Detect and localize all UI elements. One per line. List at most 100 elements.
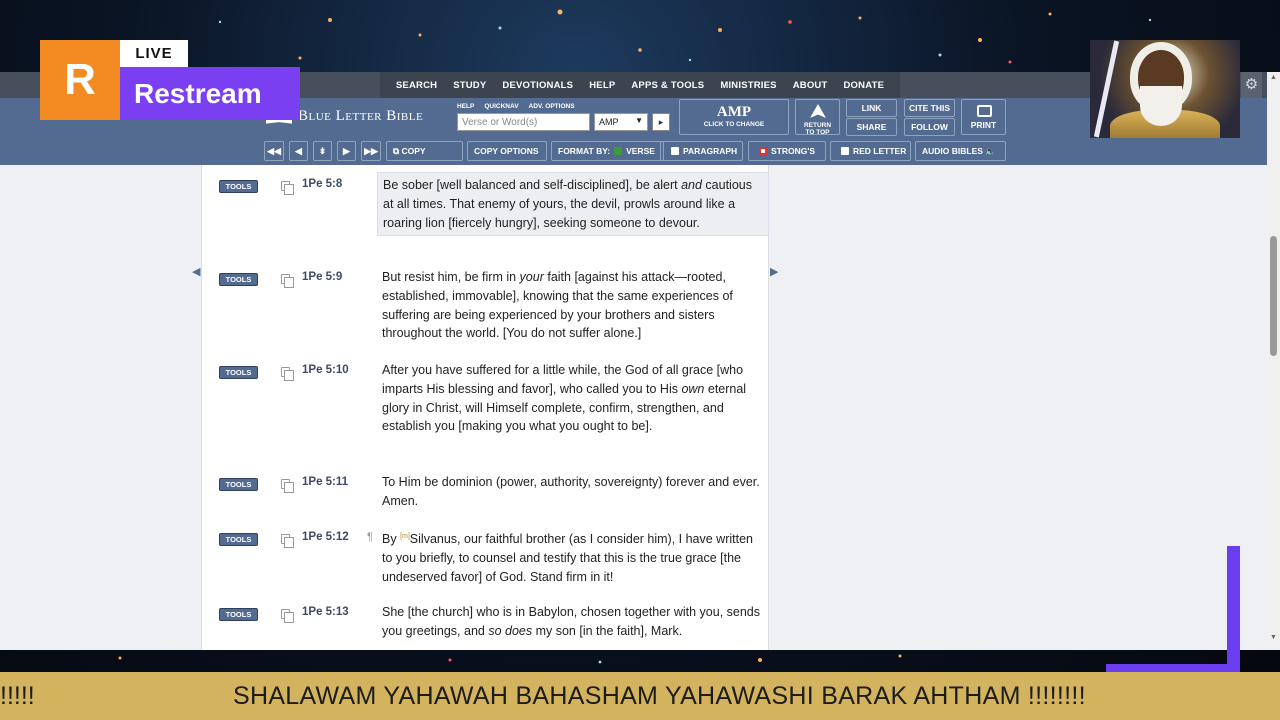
nav-help[interactable]: HELP: [581, 80, 623, 91]
toolbar-row-2: ◀◀ ◀ ⇟ ▶ ▶▶ ⧉ COPY COPY OPTIONS FORMAT B…: [0, 141, 1280, 161]
verse-row: TOOLS 1Pe 5:13 She [the church] who is in …: [202, 600, 770, 644]
copy-verse-icon[interactable]: [281, 181, 294, 195]
arrow-up-icon: [810, 104, 826, 118]
return-to-top-button[interactable]: RETURN TO TOP: [795, 99, 840, 136]
format-verse-toggle[interactable]: FORMAT BY: VERSE: [551, 141, 664, 161]
right-arrow-icon[interactable]: ▶: [770, 265, 778, 278]
copy-button[interactable]: ⧉ COPY: [386, 141, 463, 161]
prev-chapter-button[interactable]: ◀: [289, 141, 308, 161]
print-button[interactable]: PRINT: [961, 99, 1006, 135]
verse-row: TOOLS 1Pe 5:8 Be sober [well balanced and …: [202, 172, 770, 252]
verse-checkbox-icon: [614, 147, 623, 155]
copy-verse-icon[interactable]: [281, 534, 294, 548]
page-scrollbar[interactable]: ▲ ▼: [1267, 72, 1280, 650]
nav-donate[interactable]: DONATE: [836, 80, 893, 91]
tools-button[interactable]: TOOLS: [219, 478, 258, 491]
restream-logo: R: [40, 40, 120, 120]
red-letter-label: RED LETTER: [853, 146, 907, 156]
verse-reference[interactable]: 1Pe 5:13: [302, 606, 349, 618]
share-button[interactable]: SHARE: [846, 118, 897, 136]
beard-shape: [1140, 86, 1182, 126]
follow-button[interactable]: FOLLOW: [904, 118, 955, 136]
help-link[interactable]: HELP: [457, 103, 474, 110]
strongs-toggle[interactable]: STRONG'S: [748, 141, 826, 161]
live-badge: LIVE: [120, 40, 188, 67]
verse-reference[interactable]: 1Pe 5:8: [302, 178, 342, 190]
left-arrow-icon[interactable]: ◀: [192, 265, 200, 278]
nav-apps-tools[interactable]: APPS & TOOLS: [623, 80, 712, 91]
browser-window: SEARCH STUDY DEVOTIONALS HELP APPS & TOO…: [0, 72, 1280, 650]
verse-text-italic: and: [681, 178, 702, 192]
copy-icon: ⧉: [393, 146, 400, 156]
nav-about[interactable]: ABOUT: [785, 80, 836, 91]
verse-label: VERSE: [626, 146, 655, 156]
strongs-label: STRONG'S: [771, 146, 816, 156]
chapter-select-button[interactable]: ⇟: [313, 141, 332, 161]
verse-reference[interactable]: 1Pe 5:10: [302, 364, 349, 376]
nav-search[interactable]: SEARCH: [388, 80, 445, 91]
verse-reference[interactable]: 1Pe 5:11: [302, 476, 348, 488]
copy-verse-icon[interactable]: [281, 274, 294, 288]
overlay-frame-vertical: [1227, 546, 1240, 672]
last-chapter-button[interactable]: ▶▶: [361, 141, 381, 161]
verse-reference[interactable]: 1Pe 5:9: [302, 271, 342, 283]
verse-text-part: Silvanus, our faithful brother (as I con…: [382, 532, 754, 584]
print-label: PRINT: [970, 120, 997, 130]
adv-options-link[interactable]: ADV. OPTIONS: [529, 103, 575, 110]
paragraph-mark-icon: ¶: [367, 531, 373, 543]
verse-text-part: To Him be dominion (power, authority, so…: [382, 475, 760, 508]
scroll-up-icon[interactable]: ▲: [1270, 74, 1277, 81]
settings-gear-icon[interactable]: ⚙: [1241, 72, 1262, 98]
news-ticker: !!!!! SHALAWAM YAHAWAH BAHASHAM YAHAWASH…: [0, 672, 1280, 720]
verse-text: She [the church] who is in Babylon, chos…: [377, 600, 769, 644]
nav-devotionals[interactable]: DEVOTIONALS: [494, 80, 581, 91]
red-letter-checkbox-icon: [841, 147, 849, 155]
scroll-down-icon[interactable]: ▼: [1270, 634, 1277, 641]
version-change-button[interactable]: AMP CLICK TO CHANGE: [679, 99, 789, 135]
link-button[interactable]: LINK: [846, 99, 897, 117]
streamer-avatar-image: [1090, 40, 1240, 138]
strongs-off-icon: [759, 147, 767, 155]
verse-text: By [m]Silvanus, our faithful brother (as…: [377, 525, 769, 590]
format-paragraph-toggle[interactable]: PARAGRAPH: [660, 141, 743, 161]
ticker-text: SHALAWAM YAHAWAH BAHASHAM YAHAWASHI BARA…: [233, 682, 1086, 710]
verse-text-part: my son [in the faith], Mark.: [532, 623, 683, 638]
nav-study[interactable]: STUDY: [445, 80, 494, 91]
top-nav-links: SEARCH STUDY DEVOTIONALS HELP APPS & TOO…: [379, 72, 901, 98]
paragraph-label: PARAGRAPH: [683, 146, 738, 156]
tools-button[interactable]: TOOLS: [219, 608, 258, 621]
tools-button[interactable]: TOOLS: [219, 180, 258, 193]
version-select[interactable]: AMP ▼: [594, 113, 648, 131]
verse-text-part: Be sober [well balanced and self-discipl…: [383, 178, 682, 192]
return-to-top-label-1: RETURN: [803, 122, 832, 129]
audio-bibles-button[interactable]: AUDIO BIBLES 🔈: [915, 141, 1006, 161]
tools-button[interactable]: TOOLS: [219, 533, 258, 546]
next-chapter-button[interactable]: ▶: [337, 141, 356, 161]
verse-text-part: But resist him, be firm in: [382, 270, 520, 284]
scrollbar-thumb[interactable]: [1270, 236, 1277, 356]
copy-options-button[interactable]: COPY OPTIONS: [467, 141, 547, 161]
copy-verse-icon[interactable]: [281, 479, 294, 493]
red-letter-toggle[interactable]: RED LETTER: [830, 141, 911, 161]
verse-text-italic: so does: [488, 623, 533, 638]
bible-verse-list: TOOLS 1Pe 5:8 Be sober [well balanced and …: [201, 165, 769, 650]
footnote-marker[interactable]: [m]: [400, 533, 410, 540]
paragraph-checkbox-icon: [671, 147, 679, 155]
cite-this-button[interactable]: CITE THIS: [904, 99, 955, 117]
copy-verse-icon[interactable]: [281, 609, 294, 623]
quicknav-link[interactable]: QUICKNAV: [484, 103, 518, 110]
tools-button[interactable]: TOOLS: [219, 366, 258, 379]
verse-text-italic: own: [681, 381, 705, 396]
nav-ministries[interactable]: MINISTRIES: [712, 80, 784, 91]
verse-row: TOOLS 1Pe 5:12 ¶ By [m]Silvanus, our faithf…: [202, 525, 770, 585]
tools-button[interactable]: TOOLS: [219, 273, 258, 286]
verse-reference[interactable]: 1Pe 5:12: [302, 531, 349, 543]
site-logo-text: Blue Letter Bible: [298, 108, 424, 124]
ticker-previous-text: !!!!!: [0, 682, 35, 710]
search-go-button[interactable]: ▸: [652, 113, 670, 131]
first-chapter-button[interactable]: ◀◀: [264, 141, 284, 161]
overlay-frame-horizontal: [1106, 664, 1240, 672]
verse-search-input[interactable]: [457, 113, 590, 131]
copy-verse-icon[interactable]: [281, 367, 294, 381]
speaker-icon: 🔈: [985, 146, 996, 156]
